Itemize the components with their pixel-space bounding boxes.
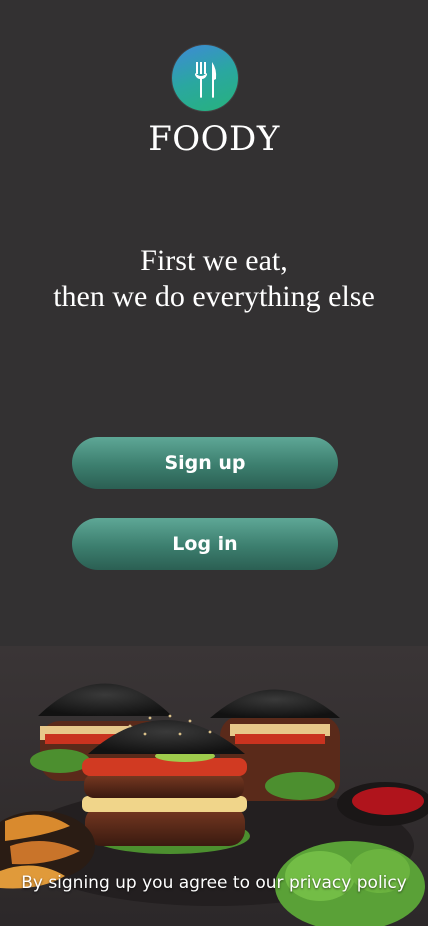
privacy-policy-link[interactable]: privacy policy bbox=[289, 873, 407, 893]
privacy-prefix: By signing up you agree to our bbox=[21, 873, 289, 893]
tagline-line-2: then we do everything else bbox=[53, 280, 375, 313]
login-button[interactable]: Log in bbox=[72, 518, 338, 570]
app-logo bbox=[172, 45, 238, 111]
signup-button[interactable]: Sign up bbox=[72, 437, 338, 489]
tagline: First we eat, then we do everything else bbox=[0, 243, 428, 315]
tagline-line-1: First we eat, bbox=[140, 244, 288, 277]
brand-name: FOODY bbox=[148, 119, 280, 159]
fork-knife-icon bbox=[195, 62, 217, 98]
privacy-notice: By signing up you agree to our privacy p… bbox=[0, 870, 428, 896]
